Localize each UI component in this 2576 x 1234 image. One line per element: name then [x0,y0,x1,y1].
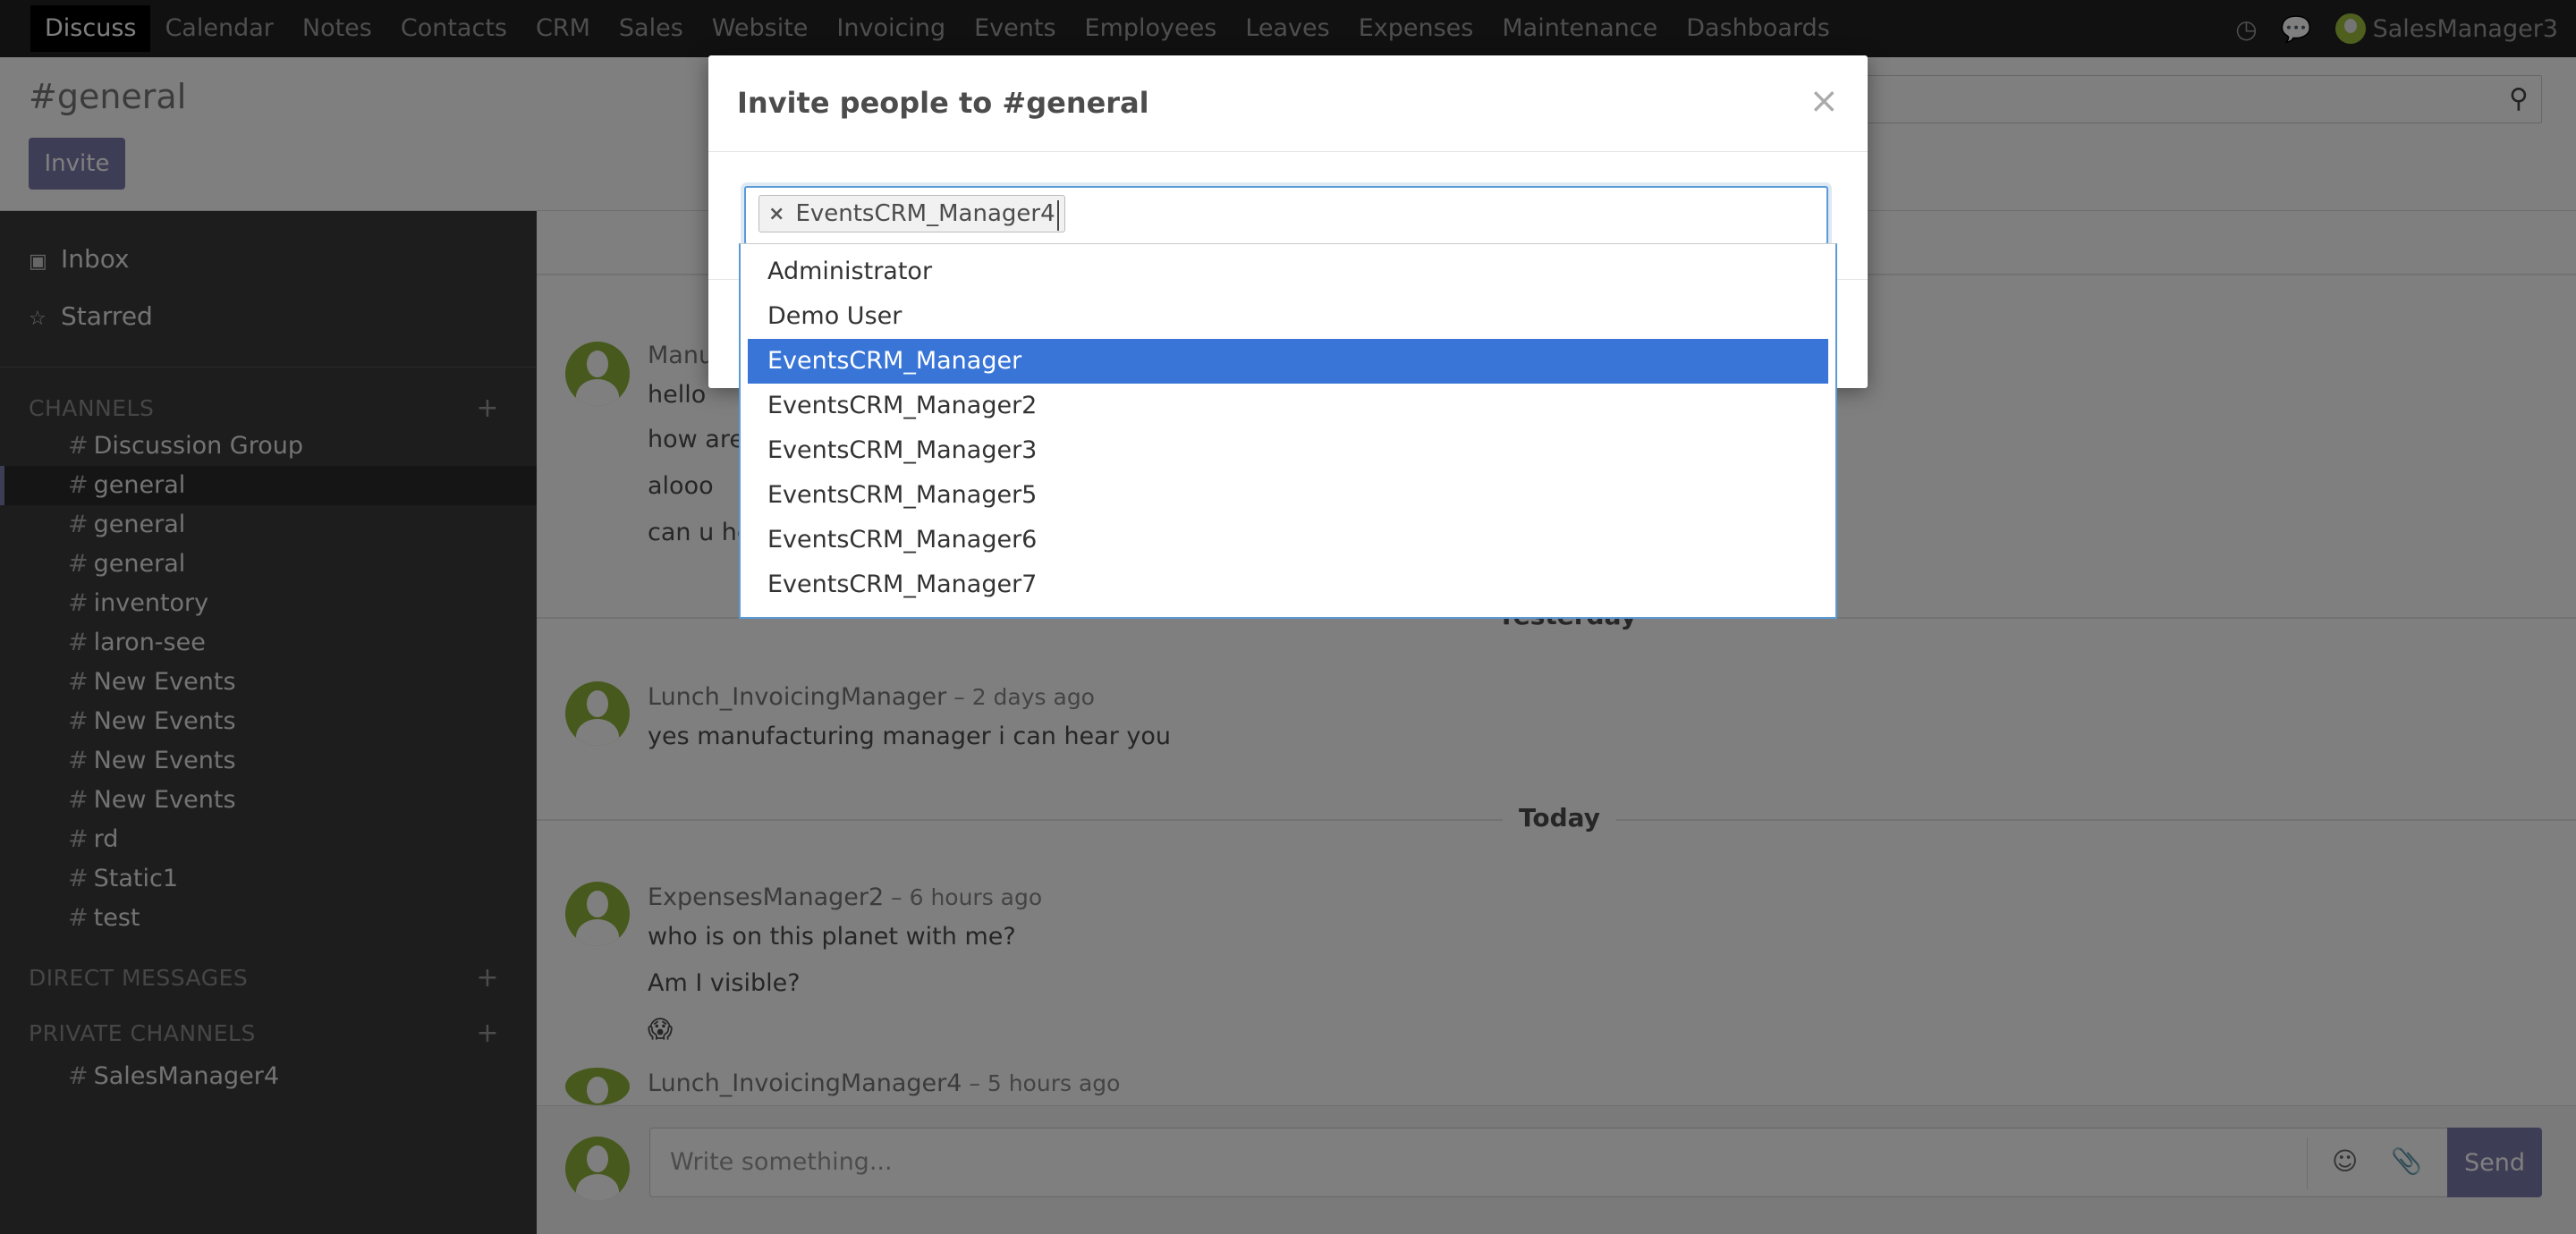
modal-header: Invite people to #general × [708,55,1868,152]
text-caret [1057,200,1059,231]
invite-partners-input[interactable]: × EventsCRM_Manager4 [744,186,1828,245]
dropdown-option-highlighted[interactable]: EventsCRM_Manager [748,339,1828,384]
selected-tag: × EventsCRM_Manager4 [758,195,1065,232]
tag-label: EventsCRM_Manager4 [795,200,1055,227]
modal-title: Invite people to #general [737,86,1149,120]
remove-tag-icon[interactable]: × [768,203,784,225]
close-icon[interactable]: × [1809,80,1839,122]
dropdown-option[interactable]: EventsCRM_Manager3 [748,428,1828,473]
dropdown-option[interactable]: EventsCRM_Manager6 [748,518,1828,562]
dropdown-option[interactable]: Administrator [748,249,1828,294]
dropdown-option[interactable]: EventsCRM_Manager2 [748,384,1828,428]
autocomplete-dropdown: Administrator Demo User EventsCRM_Manage… [739,243,1837,619]
dropdown-option[interactable]: EventsCRM_Manager5 [748,473,1828,518]
dropdown-option[interactable]: EventsCRM_Manager7 [748,562,1828,607]
dropdown-option[interactable]: Demo User [748,294,1828,339]
